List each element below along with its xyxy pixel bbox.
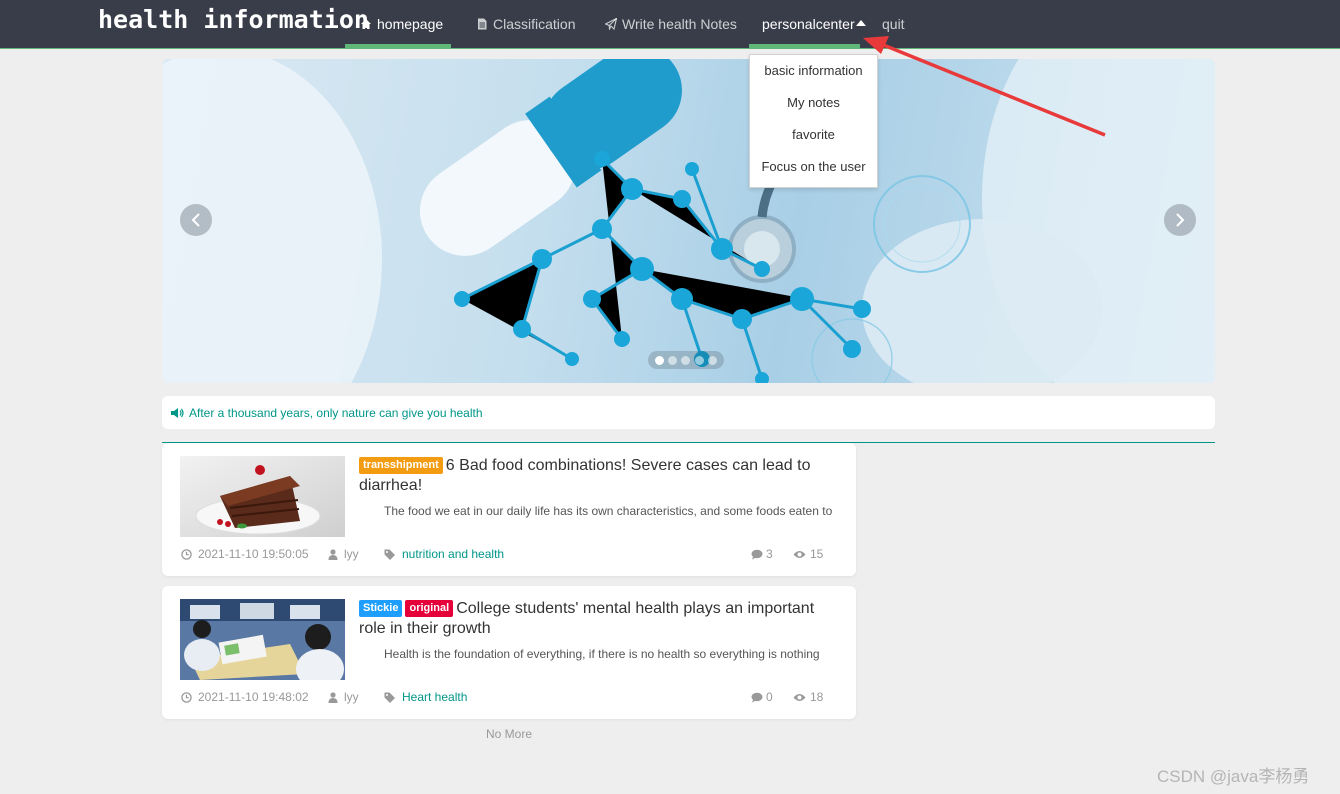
article-thumbnail[interactable]	[180, 599, 345, 680]
dropdown-item-my-notes[interactable]: My notes	[750, 87, 877, 119]
article-category-text[interactable]: nutrition and health	[402, 547, 504, 561]
carousel-dot-1[interactable]	[655, 355, 665, 365]
article-thumbnail[interactable]	[180, 456, 345, 537]
article-time: 2021-11-10 19:48:02	[181, 690, 309, 704]
nav-personal-center[interactable]: personalcenter	[749, 0, 866, 48]
article-comments-count: 0	[766, 690, 773, 704]
carousel-dot-5[interactable]	[707, 355, 717, 365]
article-excerpt: Health is the foundation of everything, …	[384, 647, 820, 661]
nav-classification[interactable]: Classification	[476, 0, 575, 48]
file-icon	[478, 18, 487, 30]
banner-image	[162, 59, 1215, 383]
notice-text: After a thousand years, only nature can …	[189, 405, 483, 420]
chevron-right-icon	[1176, 213, 1185, 227]
carousel-dot-4[interactable]	[694, 355, 704, 365]
user-icon	[328, 548, 338, 560]
nav-active-indicator	[345, 44, 451, 48]
article-views: 15	[793, 547, 823, 561]
article-views: 18	[793, 690, 823, 704]
article-category-text[interactable]: Heart health	[402, 690, 467, 704]
personal-center-dropdown: basic information My notes favorite Focu…	[749, 54, 878, 188]
clock-icon	[181, 691, 192, 703]
notice-bar: After a thousand years, only nature can …	[162, 396, 1215, 429]
article-excerpt: The food we eat in our daily life has it…	[384, 504, 833, 518]
nav-classification-label: Classification	[493, 16, 576, 32]
dropdown-item-focus-user[interactable]: Focus on the user	[750, 151, 877, 183]
article-category[interactable]: nutrition and health	[384, 547, 504, 561]
nav-write-notes[interactable]: Write health Notes	[605, 0, 737, 48]
carousel-dot-2[interactable]	[668, 355, 678, 365]
article-card[interactable]: transshipment 6 Bad food combinations! Se…	[162, 443, 856, 576]
paper-plane-icon	[605, 18, 617, 30]
nav-hover-indicator	[749, 44, 860, 48]
no-more-label: No More	[485, 727, 532, 741]
article-category[interactable]: Heart health	[384, 690, 467, 704]
article-author-text: lyy	[344, 547, 359, 561]
dropdown-item-basic-information[interactable]: basic information	[750, 55, 877, 87]
clock-icon	[181, 548, 192, 560]
user-icon	[328, 691, 338, 703]
site-logo[interactable]: health information	[98, 5, 369, 34]
article-author-text: lyy	[344, 690, 359, 704]
nav-quit[interactable]: quit	[882, 0, 905, 48]
carousel-dot-3[interactable]	[681, 355, 691, 365]
carousel-next-button[interactable]	[1164, 204, 1196, 236]
nav-write-notes-label: Write health Notes	[622, 16, 737, 32]
watermark: CSDN @java李杨勇	[1157, 767, 1310, 786]
top-navbar: health information homepage Classificati…	[0, 0, 1340, 49]
tag-icon	[384, 692, 395, 703]
eye-icon	[793, 693, 806, 701]
article-title[interactable]: Stickie original College students' mental …	[359, 599, 829, 639]
article-card[interactable]: Stickie original College students' mental …	[162, 586, 856, 719]
dropdown-item-favorite[interactable]: favorite	[750, 119, 877, 151]
article-time-text: 2021-11-10 19:50:05	[198, 547, 309, 561]
eye-icon	[793, 550, 806, 558]
nav-personal-center-label: personalcenter	[762, 16, 855, 32]
article-tag: Stickie	[359, 600, 403, 617]
article-comments-count: 3	[766, 547, 773, 561]
article-views-count: 15	[810, 547, 824, 561]
article-comments: 0	[751, 690, 773, 704]
nav-homepage-label: homepage	[377, 16, 444, 32]
article-tag: transshipment	[359, 457, 443, 474]
comment-icon	[751, 549, 763, 559]
carousel-banner[interactable]	[162, 59, 1215, 383]
comment-icon	[751, 692, 763, 702]
article-author[interactable]: lyy	[328, 690, 359, 704]
carousel-prev-button[interactable]	[180, 204, 212, 236]
article-author[interactable]: lyy	[328, 547, 359, 561]
chevron-left-icon	[191, 213, 200, 227]
article-title[interactable]: transshipment 6 Bad food combinations! Se…	[359, 456, 829, 496]
volume-icon	[171, 407, 184, 418]
caret-up-icon	[855, 20, 866, 26]
home-icon	[361, 19, 371, 29]
article-views-count: 18	[810, 690, 824, 704]
nav-homepage[interactable]: homepage	[345, 0, 451, 48]
carousel-indicators	[648, 351, 724, 369]
article-time: 2021-11-10 19:50:05	[181, 547, 309, 561]
article-time-text: 2021-11-10 19:48:02	[198, 690, 309, 704]
nav-quit-label: quit	[882, 16, 905, 32]
article-tag: original	[405, 600, 454, 617]
article-comments: 3	[751, 547, 773, 561]
tag-icon	[384, 549, 395, 560]
